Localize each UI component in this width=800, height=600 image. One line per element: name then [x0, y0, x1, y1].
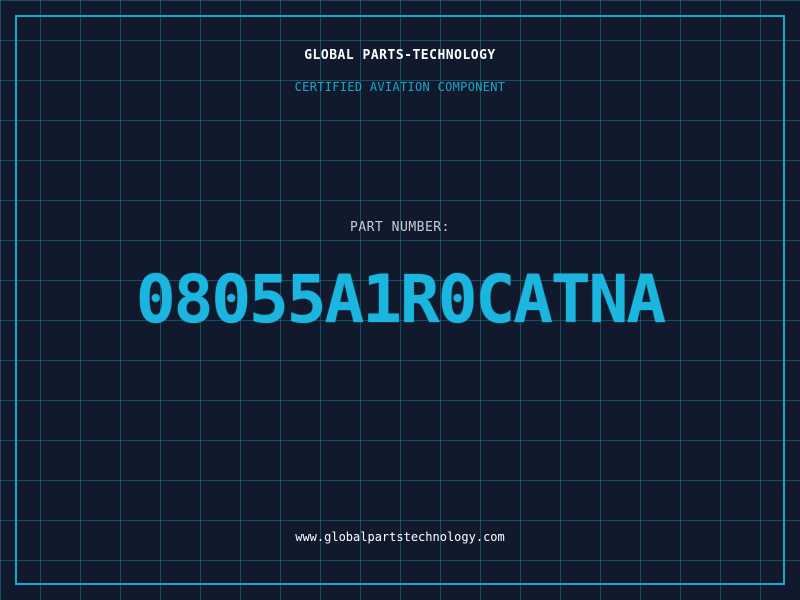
website-url: www.globalpartstechnology.com — [295, 530, 505, 544]
certification-subtitle: CERTIFIED AVIATION COMPONENT — [294, 80, 506, 94]
part-number-label: PART NUMBER: — [350, 220, 450, 235]
part-number-value: 08055A1R0CATNA — [135, 261, 666, 338]
brand-name: GLOBAL PARTS-TECHNOLOGY — [304, 48, 496, 63]
part-label-card: GLOBAL PARTS-TECHNOLOGY CERTIFIED AVIATI… — [0, 0, 800, 600]
